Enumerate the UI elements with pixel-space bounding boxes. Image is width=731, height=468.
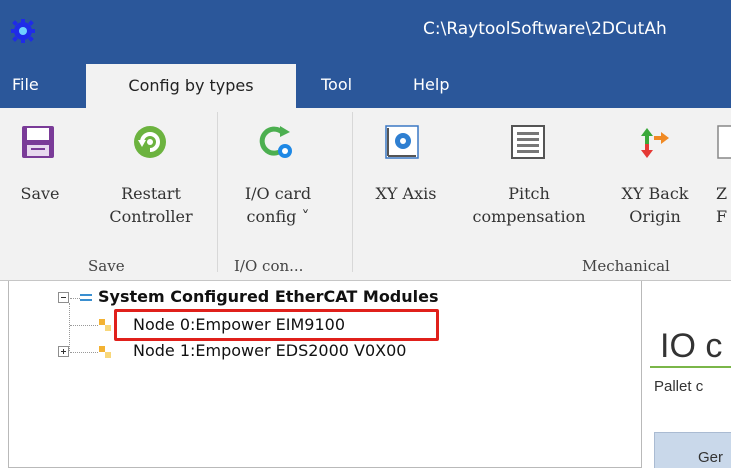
- back-origin-icon: [641, 128, 669, 158]
- save-label: Save: [20, 184, 60, 203]
- io-card-label-line1: I/O card: [244, 184, 312, 203]
- xy-axis-label: XY Axis: [375, 184, 437, 203]
- tab-config-by-types[interactable]: Config by types: [86, 64, 296, 108]
- io-card-label-line2: config ˅: [246, 207, 310, 226]
- xy-axis-button[interactable]: XY Axis: [362, 108, 450, 253]
- tab-help[interactable]: Help: [413, 62, 449, 108]
- title-bar: C:\RaytoolSoftware\2DCutAh: [0, 0, 731, 62]
- z-label-line1: Z: [716, 184, 728, 203]
- group-label-io: I/O con...: [234, 257, 304, 275]
- expand-toggle[interactable]: [58, 346, 69, 357]
- module-icon: [99, 346, 111, 358]
- general-button-label: Ger: [698, 449, 724, 466]
- tree-connector: [69, 303, 70, 351]
- tree-connector: [70, 325, 98, 326]
- restart-label-line2: Controller: [109, 207, 193, 226]
- title-underline: [650, 366, 731, 368]
- xy-back-label-line2: Origin: [629, 207, 681, 226]
- floppy-disk-icon: [22, 126, 54, 158]
- restart-controller-button[interactable]: Restart Controller: [98, 108, 204, 253]
- menu-tab-row: File Config by types Tool Help: [0, 62, 731, 108]
- io-card-config-button[interactable]: I/O card config ˅: [228, 108, 328, 253]
- pitch-label-line1: Pitch: [508, 184, 550, 203]
- pitch-compensation-icon: [511, 125, 545, 159]
- module-icon: [99, 319, 111, 331]
- pitch-label-line2: compensation: [472, 207, 586, 226]
- save-button[interactable]: Save: [10, 108, 70, 253]
- pitch-compensation-button[interactable]: Pitch compensation: [458, 108, 600, 253]
- tree-root-label[interactable]: System Configured EtherCAT Modules: [98, 287, 439, 306]
- tree-node-1[interactable]: Node 1:Empower EDS2000 V0X00: [133, 341, 406, 360]
- highlight-box: [114, 309, 439, 341]
- panel-subtitle: Pallet c: [654, 378, 704, 395]
- ribbon: Save Restart Controller I/O card config …: [0, 108, 731, 281]
- root-lines-icon: [80, 293, 94, 303]
- group-label-save: Save: [88, 257, 125, 275]
- panel-title: IO c: [660, 327, 723, 365]
- gear-axis-icon: [385, 125, 419, 159]
- gear-icon[interactable]: [10, 18, 36, 44]
- ribbon-separator: [217, 112, 218, 272]
- z-icon: [717, 125, 731, 159]
- tree-connector: [70, 352, 98, 353]
- group-label-mechanical: Mechanical: [582, 257, 670, 275]
- io-config-icon: [259, 126, 292, 158]
- z-label-line2: F: [716, 207, 728, 226]
- xy-back-origin-button[interactable]: XY Back Origin: [606, 108, 704, 253]
- collapse-toggle[interactable]: [58, 292, 69, 303]
- tab-tool[interactable]: Tool: [321, 62, 352, 108]
- window-title: C:\RaytoolSoftware\2DCutAh: [423, 19, 667, 39]
- restart-label-line1: Restart: [121, 184, 181, 203]
- z-button[interactable]: Z F: [712, 108, 731, 253]
- xy-back-label-line1: XY Back: [621, 184, 689, 203]
- tab-file[interactable]: File: [12, 62, 39, 108]
- restart-icon: [134, 126, 166, 158]
- tree-connector: [70, 298, 80, 299]
- ribbon-separator: [352, 112, 353, 272]
